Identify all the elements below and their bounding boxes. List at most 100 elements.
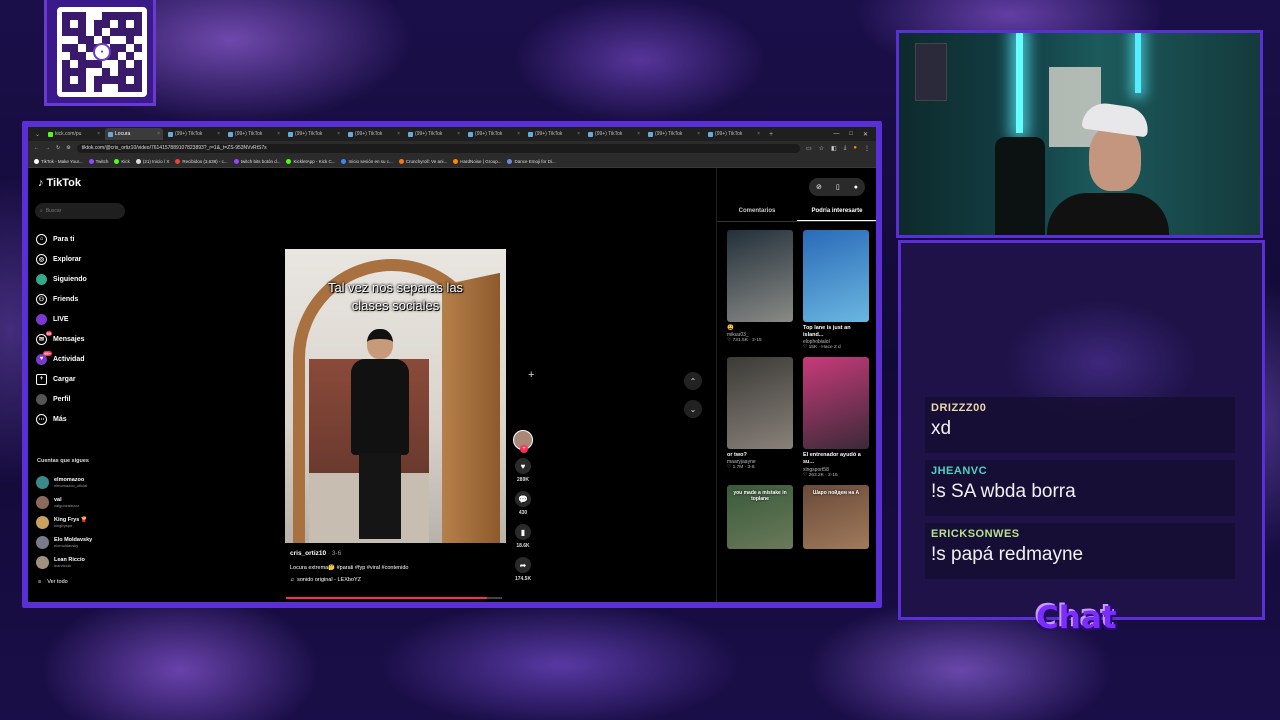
download-icon[interactable]: ⤓ bbox=[844, 145, 847, 152]
sidebar-item-explorar[interactable]: ◎ Explorar bbox=[36, 249, 136, 269]
tab-close-icon[interactable]: × bbox=[337, 131, 340, 137]
video-thumbnail[interactable] bbox=[803, 230, 869, 322]
tab-close-icon[interactable]: × bbox=[517, 131, 520, 137]
sidebar-item-actividad[interactable]: ♥ 99+ Actividad bbox=[36, 349, 136, 369]
bookmark-item[interactable]: Kick bbox=[114, 158, 130, 164]
bookmark-item[interactable]: twitch bits botón d... bbox=[233, 158, 280, 164]
forward-icon[interactable]: → bbox=[45, 145, 50, 151]
comment-action[interactable]: 💬 430 bbox=[515, 491, 531, 516]
browser-tab[interactable]: (99+) TikTok × bbox=[525, 128, 583, 140]
bookmark-item[interactable]: Crunchyroll: Ve ani... bbox=[398, 158, 447, 164]
minimize-icon[interactable]: — bbox=[833, 131, 839, 138]
tab-close-icon[interactable]: × bbox=[277, 131, 280, 137]
heart-action[interactable]: ♥ 289K bbox=[515, 458, 531, 483]
browser-tab[interactable]: Locura × bbox=[105, 128, 164, 140]
browser-tab[interactable]: (99+) TikTok × bbox=[345, 128, 403, 140]
tab-close-icon[interactable]: × bbox=[637, 131, 640, 137]
tab-close-icon[interactable]: × bbox=[157, 131, 160, 137]
menu-icon[interactable]: ⋮ bbox=[864, 145, 870, 152]
sidebar-item-friends[interactable]: ⚇ Friends bbox=[36, 289, 136, 309]
sidebar-item-cargar[interactable]: + Cargar bbox=[36, 369, 136, 389]
profile-avatar-icon[interactable]: ● bbox=[853, 145, 857, 152]
panel-tab[interactable]: Podría interesarte bbox=[797, 206, 876, 221]
bookmark-item[interactable]: Recibidos (3,638) - c... bbox=[175, 158, 228, 164]
maximize-icon[interactable]: □ bbox=[849, 131, 853, 138]
cast-icon[interactable]: ▭ bbox=[806, 145, 812, 152]
video-author[interactable]: cris_ortiz10 · 3-6 bbox=[290, 550, 520, 557]
recommended-video[interactable]: you made a mistake in toplane bbox=[727, 484, 793, 565]
sidebar-item-para-ti[interactable]: ⌂ Para ti bbox=[36, 229, 136, 249]
bookmark-item[interactable]: (21) Inicio / X bbox=[135, 158, 169, 164]
see-all-link[interactable]: ≡ Ver todo bbox=[38, 579, 68, 585]
sidebar-item-perfil[interactable]: Perfil bbox=[36, 389, 136, 409]
bookmark-item[interactable]: Inicio sesión en su c... bbox=[341, 158, 393, 164]
tab-close-icon[interactable]: × bbox=[397, 131, 400, 137]
video-progress-bar[interactable] bbox=[286, 597, 502, 599]
video-sound[interactable]: ♫ sonido original - LEXboYZ bbox=[290, 577, 520, 583]
video-player[interactable]: Tal vez nos separas las clases sociales bbox=[285, 249, 506, 543]
sidebar-item-siguiendo[interactable]: Siguiendo bbox=[36, 269, 136, 289]
following-item[interactable]: Elo Moldavsky elomoldavsky bbox=[36, 532, 136, 552]
sidebar-item-más[interactable]: ⋯ Más bbox=[36, 409, 136, 429]
video-thumbnail[interactable] bbox=[727, 357, 793, 450]
tab-close-icon[interactable]: × bbox=[577, 131, 580, 137]
bookmark-action[interactable]: ▮ 18.6K bbox=[515, 524, 531, 549]
recommended-video[interactable]: 😩 mikuu03_ ♡ 731.5K · 2-15 bbox=[727, 230, 793, 350]
following-item[interactable]: King Frys 🍟 kingfryspe bbox=[36, 512, 136, 532]
previous-video-button[interactable]: ⌃ bbox=[684, 372, 702, 390]
tab-close-icon[interactable]: × bbox=[697, 131, 700, 137]
bookmark-icon[interactable]: ▮ bbox=[515, 524, 531, 540]
recommended-video[interactable]: Шаро пойдем на А bbox=[803, 484, 869, 565]
site-info-icon[interactable]: ⚙ bbox=[66, 145, 70, 151]
sidebar-item-live[interactable]: LIVE bbox=[36, 309, 136, 329]
panel-tab[interactable]: Comentarios bbox=[717, 206, 797, 221]
tab-close-icon[interactable]: × bbox=[97, 131, 100, 137]
tab-close-icon[interactable]: × bbox=[757, 131, 760, 137]
browser-tab[interactable]: (99+) TikTok × bbox=[705, 128, 763, 140]
recommended-video[interactable]: Top lane is just an island... elophobialo… bbox=[803, 230, 869, 350]
next-video-button[interactable]: ⌄ bbox=[684, 400, 702, 418]
tiktok-logo[interactable]: ♪ TikTok bbox=[38, 177, 81, 189]
heart-icon[interactable]: ♥ bbox=[515, 458, 531, 474]
following-item[interactable]: elmomazoo elmomazoo_oficial bbox=[36, 472, 136, 492]
follow-plus-icon[interactable]: + bbox=[520, 445, 528, 453]
share-action[interactable]: ➦ 174.5K bbox=[515, 557, 531, 582]
back-icon[interactable]: ← bbox=[34, 145, 39, 151]
sidebar-item-mensajes[interactable]: ✉ 99 Mensajes bbox=[36, 329, 136, 349]
tab-menu-icon[interactable]: ⌄ bbox=[32, 131, 43, 138]
tab-close-icon[interactable]: × bbox=[457, 131, 460, 137]
tab-close-icon[interactable]: × bbox=[217, 131, 220, 137]
share-icon[interactable]: ➦ bbox=[515, 557, 531, 573]
extensions-icon[interactable]: ◧ bbox=[831, 145, 837, 152]
user-avatar-icon[interactable]: ● bbox=[854, 184, 858, 191]
following-item[interactable]: val valgonzalezzz bbox=[36, 492, 136, 512]
recommended-video[interactable]: El entrenador ayudó a su... xingsport58 ♡ … bbox=[803, 357, 869, 478]
bookmark-item[interactable]: TikTok - Make Your... bbox=[34, 158, 83, 164]
reload-icon[interactable]: ↻ bbox=[56, 145, 60, 151]
browser-tab[interactable]: (99+) TikTok × bbox=[405, 128, 463, 140]
browser-tab[interactable]: (99+) TikTok × bbox=[585, 128, 643, 140]
browser-tab[interactable]: kick.com/pu × bbox=[45, 128, 103, 140]
comment-icon[interactable]: 💬 bbox=[515, 491, 531, 507]
video-thumbnail[interactable] bbox=[727, 230, 793, 322]
recommended-video[interactable]: or two? maaryjaayne ♡ 1.7M · 3-6 bbox=[727, 357, 793, 477]
bookmark-item[interactable]: Twitch bbox=[88, 158, 108, 164]
browser-tab[interactable]: (99+) TikTok × bbox=[465, 128, 523, 140]
new-tab-button[interactable]: + bbox=[765, 131, 777, 138]
star-icon[interactable]: ☆ bbox=[819, 145, 824, 152]
url-input[interactable]: tiktok.com/@cris_ortiz10/video/761415788… bbox=[76, 143, 800, 153]
browser-tab[interactable]: (99+) TikTok × bbox=[645, 128, 703, 140]
search-input[interactable]: ⌕ Buscar bbox=[35, 203, 125, 219]
bookmark-item[interactable]: KickletApp - Kick C... bbox=[286, 158, 335, 164]
author-avatar[interactable]: + bbox=[513, 430, 533, 453]
bookmark-item[interactable]: Dance Emoji for Di... bbox=[507, 158, 556, 164]
settings-icon[interactable]: ⊘ bbox=[816, 183, 822, 191]
device-icon[interactable]: ▯ bbox=[836, 183, 840, 191]
bookmark-item[interactable]: HardNoise | Group... bbox=[453, 158, 501, 164]
video-thumbnail[interactable] bbox=[803, 357, 869, 450]
browser-tab[interactable]: (99+) TikTok × bbox=[225, 128, 283, 140]
following-item[interactable]: Lean Riccio leanriccio bbox=[36, 552, 136, 572]
browser-tab[interactable]: (99+) TikTok × bbox=[165, 128, 223, 140]
close-window-icon[interactable]: ✕ bbox=[863, 131, 868, 138]
browser-tab[interactable]: (99+) TikTok × bbox=[285, 128, 343, 140]
